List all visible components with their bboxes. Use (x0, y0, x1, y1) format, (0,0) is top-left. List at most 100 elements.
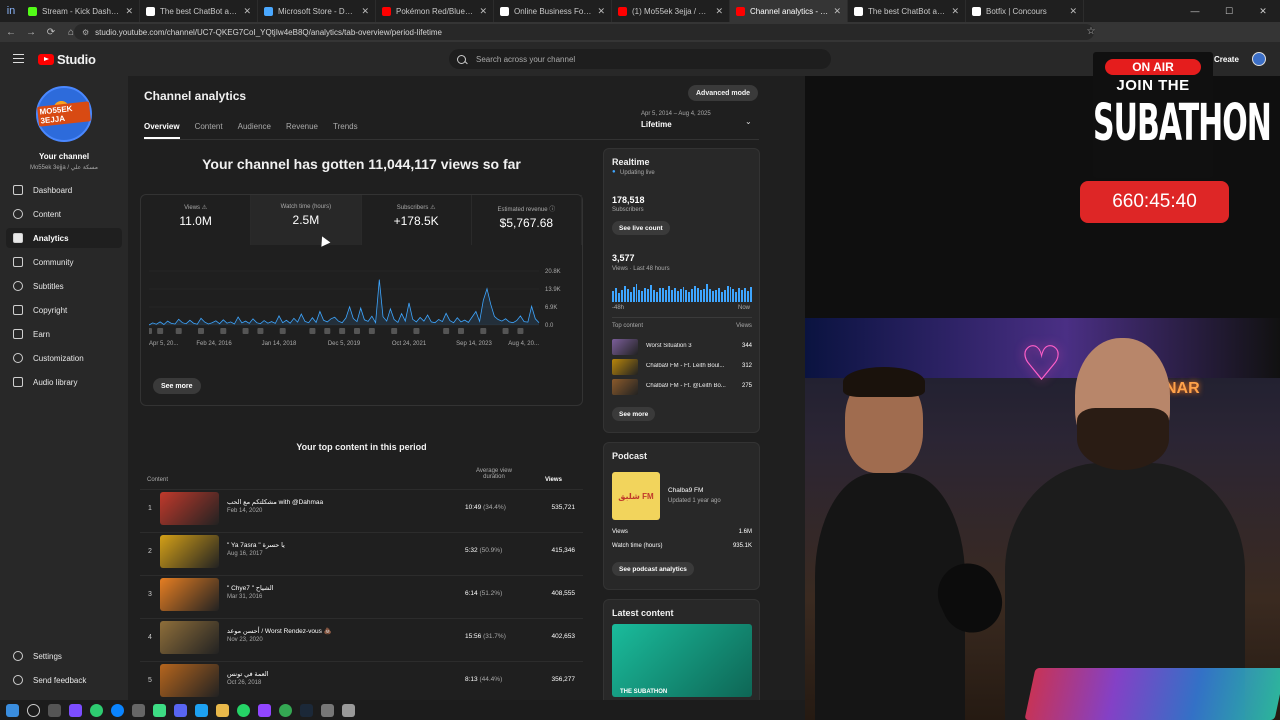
browser-tab[interactable]: Pokémon Red/Blue | Disco ✕ (376, 0, 494, 22)
minimize-icon[interactable]: — (1178, 0, 1212, 22)
video-thumbnail[interactable] (160, 664, 219, 697)
reload-icon[interactable]: ⟳ (44, 27, 58, 38)
realtime-top-item[interactable]: Chalba9 FM - Ft. @Leith Bo... 275 (612, 378, 752, 396)
chrome-icon[interactable] (279, 703, 292, 717)
close-tab-icon[interactable]: ✕ (715, 6, 723, 17)
video-title[interactable]: " Ya 7asra " يا حسرة (227, 541, 285, 549)
whatsapp-icon[interactable] (237, 703, 250, 717)
video-thumbnail[interactable] (612, 339, 638, 355)
video-thumbnail[interactable] (160, 535, 219, 568)
video-upload-marker[interactable] (242, 328, 249, 334)
tab-trends[interactable]: Trends (333, 122, 358, 139)
metric-views[interactable]: Views ⚠ 11.0M (141, 195, 252, 245)
sidebar-item-community[interactable]: Community (6, 252, 122, 272)
video-upload-marker[interactable] (502, 328, 509, 334)
latest-thumbnail[interactable] (612, 624, 752, 697)
video-thumbnail[interactable] (160, 621, 219, 654)
sidebar-item-analytics[interactable]: Analytics (6, 228, 122, 248)
realtime-see-more-button[interactable]: See more (612, 407, 656, 421)
video-upload-marker[interactable] (175, 328, 182, 334)
channel-avatar[interactable]: MO55EK 3EJJA (36, 86, 92, 142)
close-window-icon[interactable]: ✕ (1246, 0, 1280, 22)
video-upload-marker[interactable] (279, 328, 286, 334)
close-tab-icon[interactable]: ✕ (361, 6, 369, 17)
video-upload-marker[interactable] (324, 328, 331, 334)
close-tab-icon[interactable]: ✕ (597, 6, 605, 17)
app-icon[interactable] (342, 703, 355, 717)
tab-revenue[interactable]: Revenue (286, 122, 318, 139)
chrome-icon[interactable] (90, 703, 103, 717)
video-upload-marker[interactable] (443, 328, 450, 334)
realtime-top-item[interactable]: Worst Situation 3 344 (612, 338, 752, 356)
close-tab-icon[interactable]: ✕ (1069, 6, 1077, 17)
video-upload-marker[interactable] (157, 328, 164, 334)
taskbar-search-icon[interactable] (27, 703, 40, 717)
video-upload-marker[interactable] (257, 328, 264, 334)
podcast-artwork[interactable]: شلبق FM (612, 472, 660, 520)
windows-start-icon[interactable] (6, 703, 19, 717)
video-upload-marker[interactable] (368, 328, 375, 334)
video-upload-marker[interactable] (339, 328, 346, 334)
video-title[interactable]: العمة في تونس (227, 670, 269, 678)
forward-icon[interactable]: → (24, 27, 38, 38)
video-title[interactable]: " Chye7 " الشياح (227, 584, 274, 592)
app-icon[interactable] (153, 703, 166, 717)
app-icon[interactable] (195, 703, 208, 717)
video-title[interactable]: مشكلتكم مع الحب with @Dahmaa (227, 498, 323, 506)
date-range-picker[interactable]: Apr 5, 2014 – Aug 4, 2025 Lifetime ⌄ (641, 111, 752, 129)
video-thumbnail[interactable] (160, 578, 219, 611)
studio-logo[interactable]: Studio (38, 52, 96, 67)
tab-content[interactable]: Content (195, 122, 223, 139)
video-thumbnail[interactable] (160, 492, 219, 525)
sidebar-item-audio-library[interactable]: Audio library (6, 372, 122, 392)
settings-app-icon[interactable] (132, 703, 145, 717)
video-upload-marker[interactable] (517, 328, 524, 334)
table-row[interactable]: 5 العمة في تونس Oct 26, 2018 8:13 (44.4%) 35… (140, 661, 583, 699)
task-view-icon[interactable] (48, 703, 61, 717)
advanced-mode-button[interactable]: Advanced mode (688, 85, 759, 101)
close-tab-icon[interactable]: ✕ (479, 6, 487, 17)
video-upload-marker[interactable] (309, 328, 316, 334)
file-explorer-icon[interactable] (216, 703, 229, 717)
video-thumbnail[interactable] (612, 379, 638, 395)
see-live-count-button[interactable]: See live count (612, 221, 670, 235)
sidebar-item-earn[interactable]: Earn (6, 324, 122, 344)
url-field[interactable]: ⚙ studio.youtube.com/channel/UC7-QKEG7Co… (74, 24, 1094, 40)
podcast-name[interactable]: Chalba9 FM (668, 487, 703, 494)
discord-icon[interactable] (174, 703, 187, 717)
table-row[interactable]: 2 " Ya 7asra " يا حسرة Aug 16, 2017 5:32 (5… (140, 532, 583, 570)
close-tab-icon[interactable]: ✕ (243, 6, 251, 17)
metric-revenue[interactable]: Estimated revenue ⓘ $5,767.68 (472, 195, 582, 245)
sidebar-item-send-feedback[interactable]: Send feedback (6, 670, 122, 690)
table-row[interactable]: 1 مشكلتكم مع الحب with @Dahmaa Feb 14, 202… (140, 489, 583, 527)
search-input[interactable]: Search across your channel (449, 49, 831, 69)
metric-watch-time[interactable]: Watch time (hours) 2.5M (251, 195, 362, 245)
col-views[interactable]: Views (545, 477, 562, 483)
browser-tab[interactable]: The best ChatBot and Widgets ✕ (848, 0, 966, 22)
account-avatar[interactable] (1252, 52, 1266, 66)
video-thumbnail[interactable] (612, 359, 638, 375)
obs-icon[interactable] (258, 703, 271, 717)
sidebar-item-dashboard[interactable]: Dashboard (6, 180, 122, 200)
video-upload-marker[interactable] (220, 328, 227, 334)
browser-tab[interactable]: Channel analytics - YouTube St ✕ (730, 0, 848, 22)
realtime-top-item[interactable]: Chalba9 FM - Ft. Leith Boul... 312 (612, 358, 752, 376)
video-title[interactable]: أحسن موعد / Worst Rendez-vous 💩 (227, 627, 332, 635)
podcast-analytics-button[interactable]: See podcast analytics (612, 562, 694, 576)
back-icon[interactable]: ← (4, 27, 18, 38)
maximize-icon[interactable]: ☐ (1212, 0, 1246, 22)
sidebar-item-content[interactable]: Content (6, 204, 122, 224)
metric-subscribers[interactable]: Subscribers ⚠ +178.5K (362, 195, 472, 245)
close-tab-icon[interactable]: ✕ (833, 6, 841, 17)
sidebar-item-subtitles[interactable]: Subtitles (6, 276, 122, 296)
linkedin-icon[interactable]: in (0, 0, 22, 22)
video-upload-marker[interactable] (413, 328, 420, 334)
table-row[interactable]: 4 أحسن موعد / Worst Rendez-vous 💩 Nov 23, … (140, 618, 583, 656)
bookmark-star-icon[interactable]: ☆ (1084, 26, 1098, 37)
browser-tab[interactable]: Botfix | Concours ✕ (966, 0, 1084, 22)
site-info-icon[interactable]: ⚙ (82, 28, 89, 37)
browser-tab[interactable]: Online Business For Sale | 5,00 ✕ (494, 0, 612, 22)
tab-audience[interactable]: Audience (238, 122, 271, 139)
browser-tab[interactable]: Microsoft Store - Download ap ✕ (258, 0, 376, 22)
menu-icon[interactable] (13, 54, 24, 63)
